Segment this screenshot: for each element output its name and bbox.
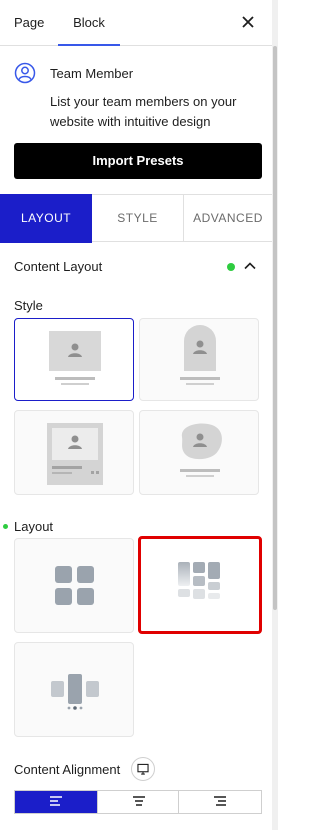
content-layout-heading[interactable]: Content Layout [14,259,102,274]
layout-option-grid[interactable] [14,538,134,633]
align-right-button[interactable] [179,791,261,813]
layout-status-dot [3,524,8,529]
desktop-device-icon[interactable] [131,757,155,781]
block-info: Team Member List your team members on yo… [0,46,272,186]
layout-label: Layout [14,519,54,534]
alignment-control [14,790,262,814]
style-preview-icon [180,423,222,477]
close-icon[interactable] [238,12,258,32]
block-description: List your team members on your website w… [50,94,237,129]
right-align-icon [214,796,226,806]
style-preview-icon [180,325,220,385]
scrollbar-thumb[interactable] [273,46,277,610]
style-option-2[interactable] [139,318,259,401]
grid-layout-icon [55,566,94,605]
sidebar-tabs: Page Block [0,0,272,46]
layout-option-carousel[interactable] [14,642,134,737]
user-circle-icon [14,62,36,84]
tab-block[interactable]: Block [58,0,120,46]
tab-layout[interactable]: LAYOUT [0,194,92,243]
layout-option-masonry[interactable] [138,536,262,634]
align-center-button[interactable] [97,791,179,813]
style-option-1[interactable] [14,318,134,401]
tab-advanced[interactable]: ADVANCED [184,195,272,242]
style-preview-icon [49,331,101,385]
chevron-up-icon[interactable] [243,259,257,273]
carousel-layout-icon [51,674,99,710]
style-preview-icon [47,423,103,485]
style-label: Style [14,298,43,313]
masonry-layout-icon [178,562,220,599]
left-align-icon [50,796,62,806]
content-alignment-label: Content Alignment [14,762,121,777]
align-left-button[interactable] [15,791,97,813]
style-option-4[interactable] [139,410,259,495]
tab-style[interactable]: STYLE [92,195,184,242]
block-title: Team Member [50,66,134,81]
style-option-3[interactable] [14,410,134,495]
import-presets-button[interactable]: Import Presets [14,143,262,179]
tab-page[interactable]: Page [14,0,44,46]
status-dot [227,263,235,271]
scrollbar-track[interactable] [272,0,278,830]
center-align-icon [133,796,145,806]
settings-tabs: LAYOUT STYLE ADVANCED [0,194,272,243]
